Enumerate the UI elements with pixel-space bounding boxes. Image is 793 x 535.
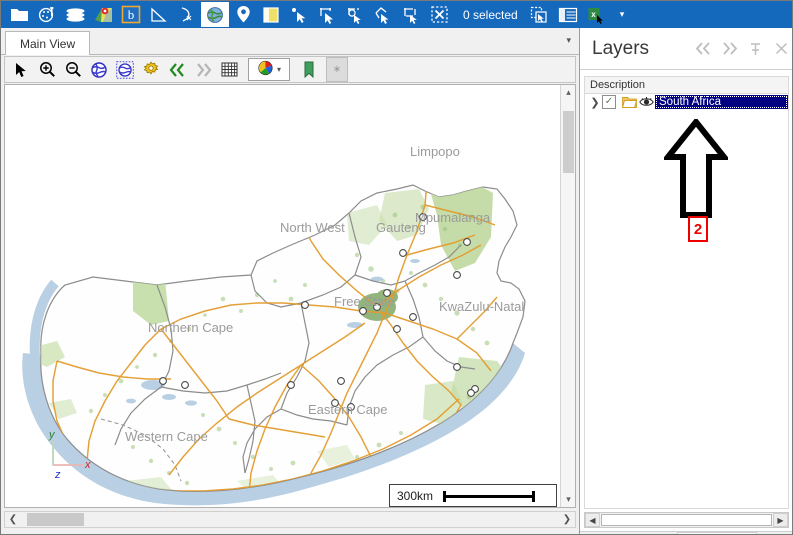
map-label-limpopo: Limpopo (410, 144, 460, 159)
axis-label-z: z (55, 469, 61, 481)
previous-view-icon[interactable] (164, 58, 190, 81)
axis-indicator: y x z (45, 429, 93, 481)
map-vertical-scrollbar[interactable]: ▴ ▾ (560, 85, 575, 507)
map-view[interactable]: Limpopo Mpumalanga North West Gauteng Fr… (4, 84, 576, 508)
select-circle-icon[interactable] (341, 2, 369, 27)
view-settings-gear-icon[interactable] (138, 58, 164, 81)
map-label-free-state: Free State (334, 294, 395, 309)
map-label-mpumalanga: Mpumalanga (415, 210, 491, 225)
open-folder-icon[interactable] (621, 96, 638, 109)
callout-arrow-up (661, 117, 731, 219)
layers-horizontal-scrollbar[interactable]: ◀ ▶ (584, 512, 789, 528)
layers-scroll-left-arrow[interactable]: ◀ (585, 513, 600, 527)
layers-dock-header: Layers (580, 28, 792, 70)
dock-prev-button[interactable] (690, 36, 716, 62)
globe-icon[interactable] (201, 2, 229, 27)
select-point-icon[interactable] (285, 2, 313, 27)
pointer-tool-icon[interactable] (8, 58, 34, 81)
palette-settings-icon[interactable] (33, 2, 61, 27)
map-label-gauteng: Gauteng (376, 220, 426, 235)
application-window: b 0 selected x ▾ Main View ▾ ▾ ∗ Limpopo… (0, 0, 793, 535)
zoom-area-globe-icon[interactable] (112, 58, 138, 81)
svg-text:x: x (591, 10, 596, 19)
dock-tabstrip: Dashboards Layers (580, 531, 792, 534)
table-row[interactable]: ❯ ✓ South Africa (585, 94, 788, 110)
tabstrip-overflow-caret[interactable]: ▾ (566, 35, 571, 46)
select-fence-icon[interactable] (397, 2, 425, 27)
scroll-left-arrow[interactable]: ❮ (5, 512, 21, 527)
scale-bar-label: 300km (397, 488, 434, 503)
layout-frame-icon[interactable] (257, 2, 285, 27)
map-label-kwazulu-natal: KwaZulu-Natal (439, 299, 525, 314)
dock-close-button[interactable] (768, 36, 792, 62)
map-label-northern-cape: Northern Cape (148, 320, 234, 335)
status-bar (1, 528, 578, 534)
select-rect-icon[interactable] (313, 2, 341, 27)
layers-scroll-track[interactable] (601, 514, 772, 526)
map-label-north-west: North West (280, 220, 345, 235)
select-polygon-icon[interactable] (369, 2, 397, 27)
display-style-combo[interactable]: ▾ (248, 58, 290, 81)
scroll-down-arrow[interactable]: ▾ (561, 492, 576, 507)
layers-column-header: Description (584, 76, 789, 94)
map-label-western-cape: Western Cape (125, 429, 208, 444)
map-pin-icon[interactable] (89, 2, 117, 27)
zoom-out-icon[interactable] (60, 58, 86, 81)
vertical-scroll-thumb[interactable] (563, 111, 574, 173)
page-title: Layers (592, 37, 650, 59)
view-toolbar: ▾ ∗ (4, 56, 576, 83)
bentley-b-icon[interactable]: b (117, 2, 145, 27)
layers-scroll-right-arrow[interactable]: ▶ (773, 513, 788, 527)
tab-main-view[interactable]: Main View (5, 31, 91, 55)
horizontal-scroll-thumb[interactable] (27, 513, 84, 526)
scale-bar-graphic (443, 490, 536, 502)
main-ribbon-toolbar: b 0 selected x ▾ (1, 1, 792, 28)
scroll-up-arrow[interactable]: ▴ (561, 85, 576, 100)
open-folder-icon[interactable] (5, 2, 33, 27)
ribbon-overflow-caret[interactable]: ▾ (620, 9, 625, 20)
location-marker-icon[interactable] (229, 2, 257, 27)
fit-view-globe-icon[interactable] (86, 58, 112, 81)
chevron-right-icon[interactable]: ❯ (588, 96, 602, 109)
next-view-icon[interactable] (190, 58, 216, 81)
selection-status-label: 0 selected (463, 7, 518, 22)
callout-step-badge: 2 (688, 216, 708, 242)
color-palette-icon (257, 60, 274, 79)
zoom-in-icon[interactable] (34, 58, 60, 81)
scale-bar: 300km (389, 484, 557, 507)
scroll-right-arrow[interactable]: ❯ (559, 512, 575, 527)
layer-visibility-checkbox[interactable]: ✓ (602, 95, 616, 109)
axis-label-x: x (85, 459, 91, 471)
copy-features-icon[interactable] (526, 2, 554, 27)
map-horizontal-scrollbar[interactable]: ❮ ❯ (4, 511, 576, 528)
measure-angle-icon[interactable] (145, 2, 173, 27)
check-icon: ✓ (604, 96, 614, 107)
grid-icon[interactable] (216, 58, 242, 81)
axis-label-y: y (49, 429, 55, 441)
export-excel-icon[interactable]: x (582, 2, 610, 27)
layers-dock-panel: Layers Description ❯ ✓ South Africa ◀ ▶ (579, 28, 792, 534)
more-tools-button[interactable]: ∗ (326, 57, 348, 82)
clear-selection-icon[interactable] (425, 2, 453, 27)
bookmark-icon[interactable] (296, 58, 322, 81)
layer-name-label[interactable]: South Africa (655, 95, 788, 109)
table-view-icon[interactable] (554, 2, 582, 27)
column-header-description: Description (590, 79, 646, 91)
curve-tool-icon[interactable] (173, 2, 201, 27)
dock-pin-button[interactable] (742, 36, 768, 62)
eye-icon[interactable] (638, 96, 655, 108)
dock-next-button[interactable] (716, 36, 742, 62)
view-tabstrip: Main View ▾ (1, 28, 579, 55)
map-label-eastern-cape: Eastern Cape (308, 402, 388, 417)
tab-main-view-label: Main View (20, 36, 76, 51)
layers-stack-icon[interactable] (61, 2, 89, 27)
svg-text:b: b (128, 7, 135, 22)
chevron-down-icon[interactable]: ▾ (277, 65, 281, 74)
